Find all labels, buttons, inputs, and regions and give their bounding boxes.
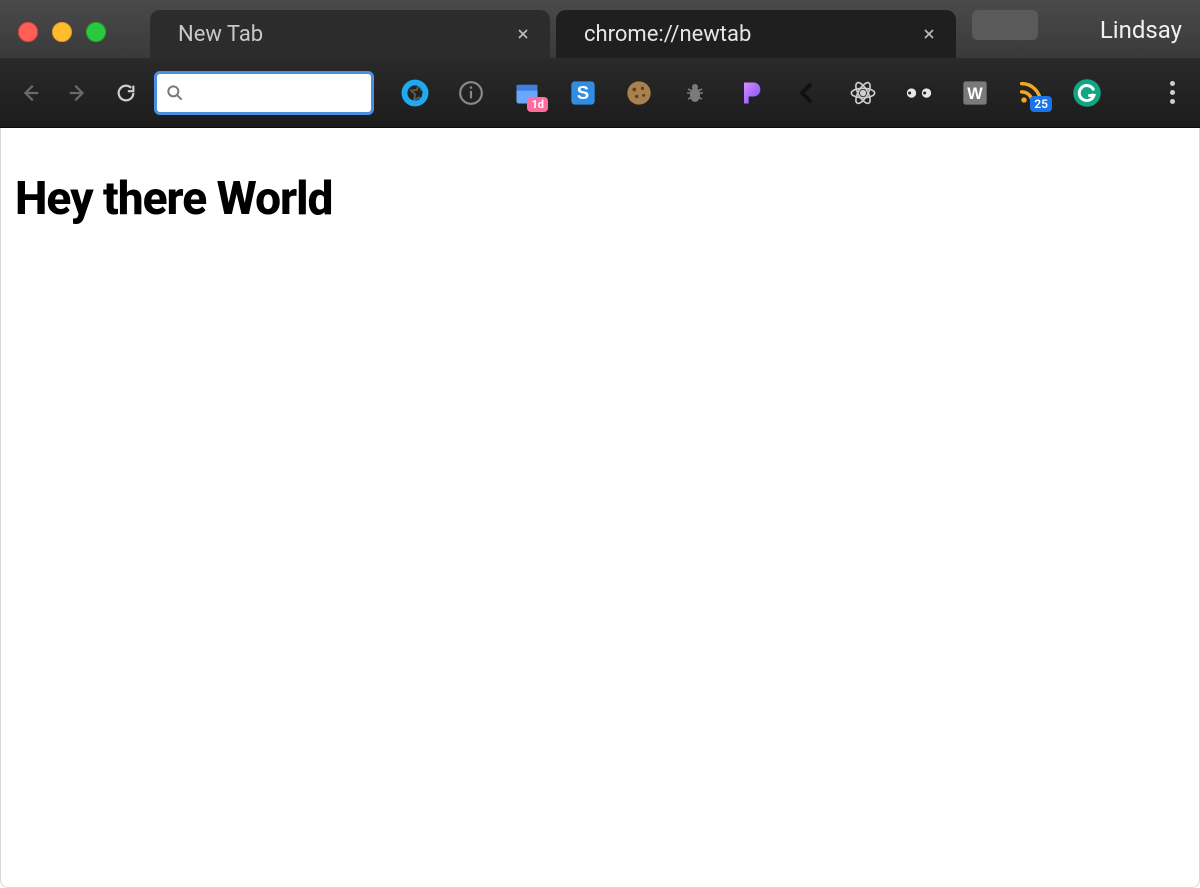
forward-button[interactable] [58, 73, 98, 113]
browser-menu-button[interactable] [1154, 75, 1190, 111]
blue-ring-icon [401, 79, 429, 107]
extension-badge: 1d [527, 97, 548, 112]
extension-s[interactable]: S [568, 78, 598, 108]
arrow-left-icon [19, 82, 41, 104]
tab-chrome-newtab[interactable]: chrome://newtab [556, 10, 956, 58]
tab-new-tab[interactable]: New Tab [150, 10, 550, 58]
minimize-window-button[interactable] [52, 22, 72, 42]
traffic-lights [18, 22, 106, 42]
dot-icon [1170, 99, 1175, 104]
dot-icon [1170, 90, 1175, 95]
tab-title: New Tab [178, 22, 514, 47]
svg-text:W: W [967, 84, 983, 102]
extension-bug[interactable] [680, 78, 710, 108]
pandora-icon [737, 79, 765, 107]
page-content: Hey there World [0, 128, 1200, 888]
extension-pandora[interactable] [736, 78, 766, 108]
s-square-icon: S [569, 79, 597, 107]
chevron-left-icon [795, 81, 819, 105]
extension-chevron[interactable] [792, 78, 822, 108]
extension-rss[interactable]: 25 [1016, 78, 1046, 108]
react-icon [849, 79, 877, 107]
cookie-icon [625, 79, 653, 107]
omnibox-input[interactable] [193, 84, 400, 102]
svg-text:S: S [577, 81, 589, 102]
close-tab-icon[interactable] [514, 25, 532, 43]
close-window-button[interactable] [18, 22, 38, 42]
profile-name[interactable]: Lindsay [1100, 16, 1182, 44]
tab-title: chrome://newtab [584, 22, 920, 47]
browser-toolbar: 1d S [0, 58, 1200, 128]
extension-grammarly[interactable] [1072, 78, 1102, 108]
extension-blue-ring[interactable] [400, 78, 430, 108]
search-icon [165, 83, 185, 103]
extension-w[interactable]: W [960, 78, 990, 108]
arrow-right-icon [67, 82, 89, 104]
reload-icon [115, 82, 137, 104]
info-icon [458, 80, 484, 106]
extension-glasses[interactable] [904, 78, 934, 108]
bug-icon [683, 79, 707, 107]
extension-react[interactable] [848, 78, 878, 108]
w-square-icon: W [961, 79, 989, 107]
reload-button[interactable] [106, 73, 146, 113]
zoom-window-button[interactable] [86, 22, 106, 42]
close-tab-icon[interactable] [920, 25, 938, 43]
extension-calendar[interactable]: 1d [512, 78, 542, 108]
page-heading: Hey there World [15, 172, 1185, 226]
extension-cookie[interactable] [624, 78, 654, 108]
extensions-row: 1d S [400, 78, 1142, 108]
tab-strip: New Tab chrome://newtab [150, 0, 1038, 58]
extension-info[interactable] [456, 78, 486, 108]
back-button[interactable] [10, 73, 50, 113]
omnibox[interactable] [154, 71, 374, 115]
new-tab-button[interactable] [972, 10, 1038, 40]
dot-icon [1170, 81, 1175, 86]
window-titlebar: New Tab chrome://newtab Lindsay [0, 0, 1200, 58]
extension-badge: 25 [1030, 96, 1052, 112]
grammarly-icon [1072, 78, 1102, 108]
glasses-icon [904, 85, 934, 101]
